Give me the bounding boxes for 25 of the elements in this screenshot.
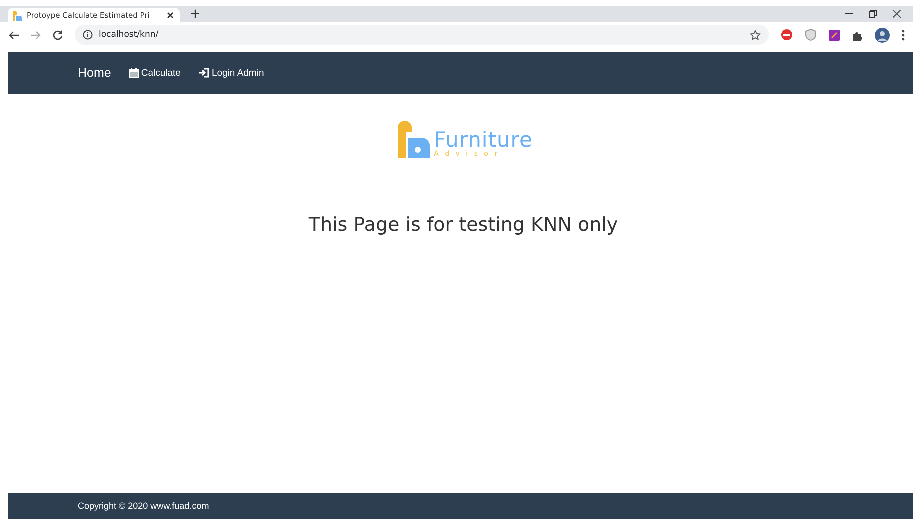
logo-icon [12,10,22,20]
avatar-icon[interactable] [875,28,890,42]
nav-link[interactable]: Home [78,66,112,80]
shield-icon[interactable] [805,29,817,41]
logo-icon [396,120,430,158]
close-icon[interactable] [167,12,174,18]
menu-icon[interactable] [902,30,905,40]
info-icon [83,30,93,40]
address-field[interactable]: localhost/knn/ [75,25,769,45]
new-tab-button[interactable]: + [190,8,201,22]
nav-link[interactable]: Calculate [129,68,181,78]
reload-icon[interactable] [53,30,63,40]
copyright-text: Copyright © 2020 www.fuad.com [78,501,210,511]
logo-name: Furniture [434,130,533,151]
calendar-icon [129,68,140,78]
extension-icon[interactable] [781,29,793,41]
star-icon[interactable] [750,30,761,40]
restore-icon[interactable] [869,10,877,18]
page-heading: This Page is for testing KNN only [308,214,618,236]
login-icon [198,68,210,78]
extension-icon[interactable] [829,30,840,40]
back-icon[interactable] [9,30,19,40]
close-icon[interactable] [893,10,901,18]
puzzle-icon[interactable] [852,30,863,40]
nav-link[interactable]: Login Admin [198,68,264,78]
